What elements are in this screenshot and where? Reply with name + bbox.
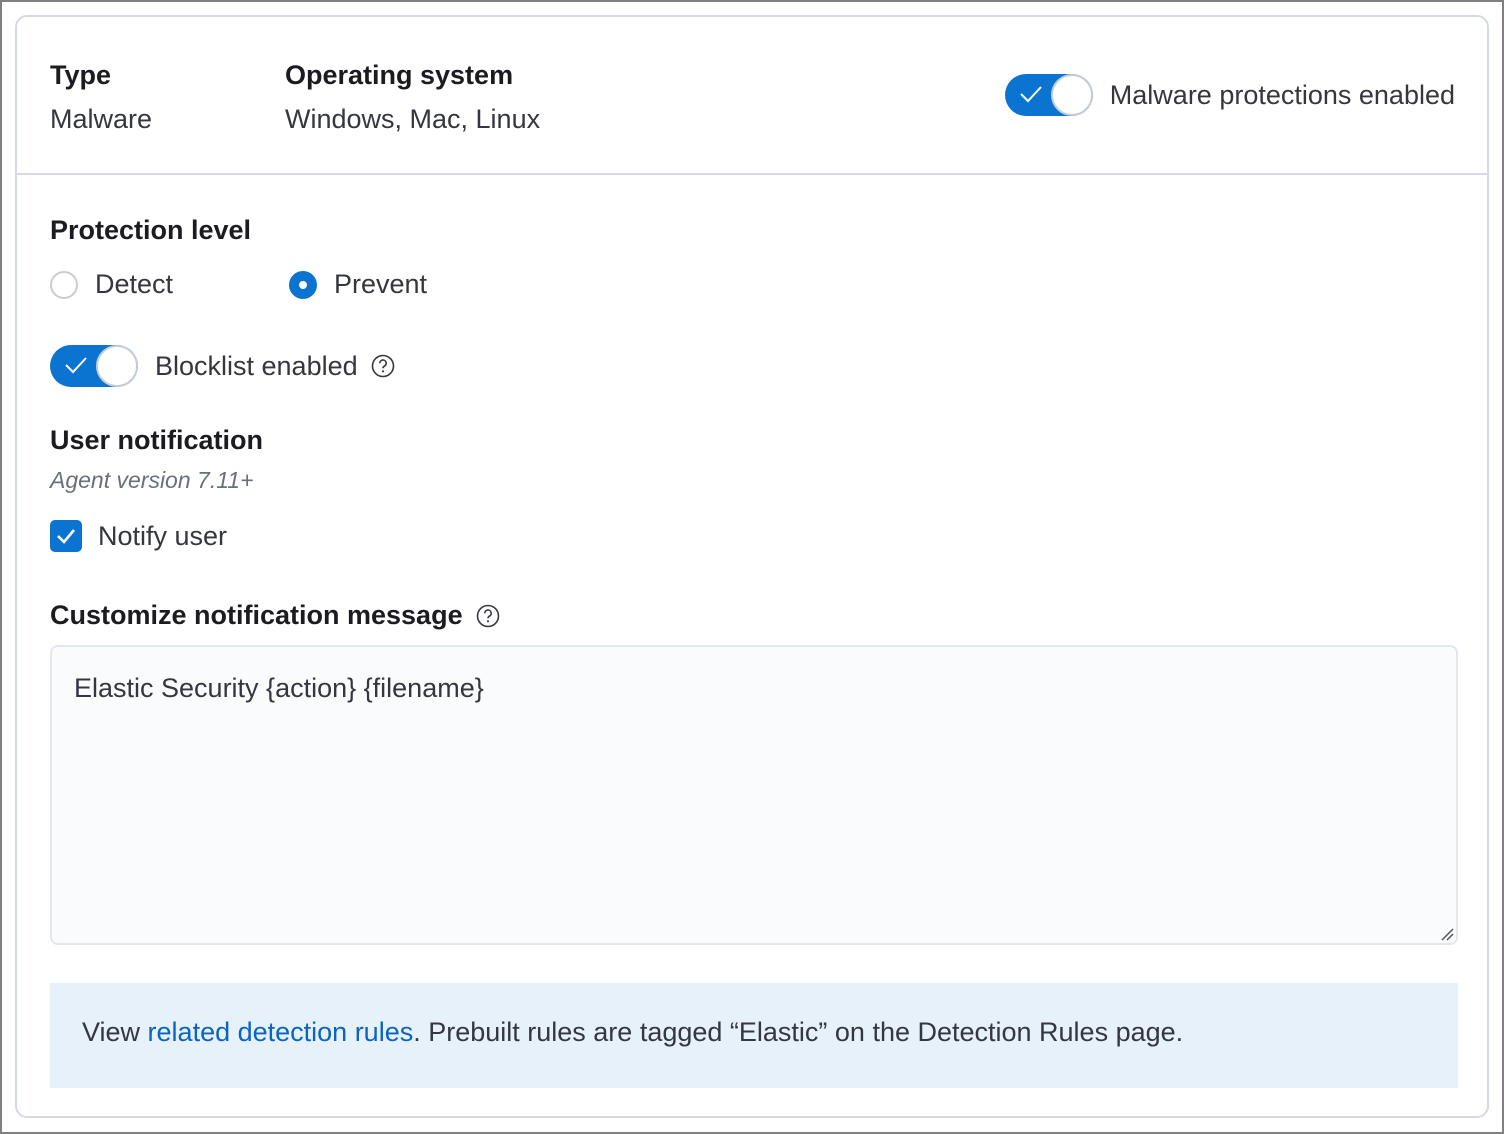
os-label: Operating system [285,60,514,90]
radio-prevent[interactable]: Prevent [289,269,427,300]
malware-protections-label: Malware protections enabled [1109,79,1455,110]
callout-prefix: View [82,1017,148,1047]
check-icon [57,529,75,544]
os-value: Windows, Mac, Linux [285,104,541,134]
radio-detect[interactable]: Detect [50,269,289,300]
blocklist-toggle-row: Blocklist enabled [50,345,396,387]
radio-detect-label[interactable]: Detect [95,269,173,300]
check-icon [65,357,87,374]
malware-protections-toggle-row: Malware protections enabled [1004,74,1455,116]
notification-message-field: Elastic Security {action} {filename} [50,645,1458,945]
notify-user-checkbox[interactable] [50,520,82,552]
customize-message-title: Customize notification message [50,600,463,630]
agent-version-note: Agent version 7.11+ [50,467,254,493]
blocklist-label: Blocklist enabled [155,350,358,381]
related-detection-rules-link[interactable]: related detection rules [148,1017,414,1047]
notify-user-row: Notify user [50,520,227,552]
malware-protection-card: Type Malware Operating system Windows, M… [15,15,1489,1118]
detection-rules-callout: View related detection rules. Prebuilt r… [50,983,1458,1088]
notification-message-textarea[interactable]: Elastic Security {action} {filename} [52,647,1456,943]
blocklist-switch[interactable] [50,345,138,387]
customize-message-title-row: Customize notification message [50,600,501,631]
type-label: Type [50,60,112,90]
notify-user-label[interactable]: Notify user [98,521,227,552]
callout-suffix: . Prebuilt rules are tagged “Elastic” on… [413,1017,1184,1047]
protection-level-radio-group: Detect Prevent [50,269,427,300]
radio-prevent-circle[interactable] [289,270,317,299]
question-circle-icon[interactable] [475,603,501,629]
switch-knob [96,345,138,387]
question-circle-icon[interactable] [370,353,396,379]
check-icon [1020,86,1042,103]
os-field: Operating system Windows, Mac, Linux [285,57,540,139]
card-header: Type Malware Operating system Windows, M… [17,17,1487,175]
type-value: Malware [50,104,153,134]
switch-knob [1050,74,1093,116]
protection-level-title: Protection level [50,215,252,245]
radio-detect-circle[interactable] [50,270,78,299]
user-notification-title: User notification [50,425,264,455]
type-field: Type Malware [50,57,152,139]
resize-handle-icon[interactable] [1440,927,1454,941]
malware-protections-switch[interactable] [1004,74,1093,116]
radio-prevent-label[interactable]: Prevent [334,269,427,300]
